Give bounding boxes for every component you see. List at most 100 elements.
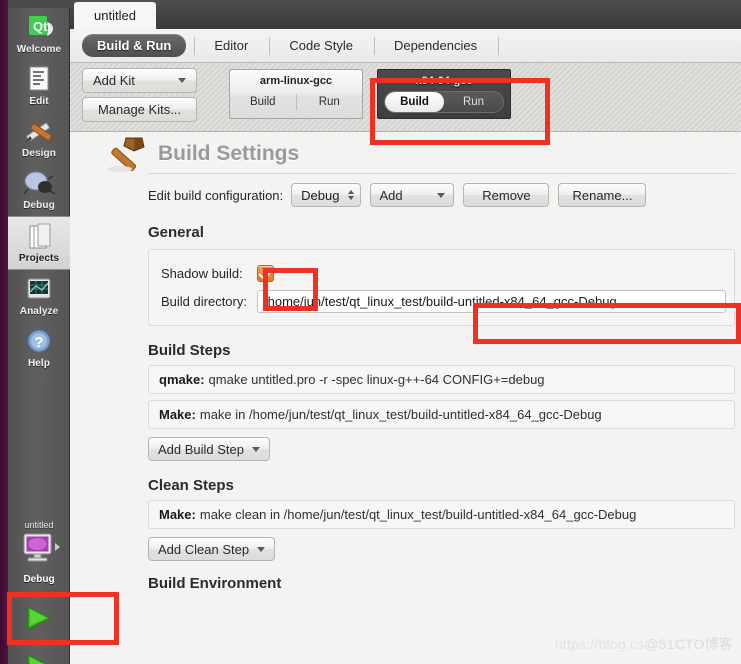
- sidebar-item-label: Analyze: [19, 306, 59, 317]
- document-tab-untitled[interactable]: untitled: [74, 2, 156, 29]
- watermark-url: https://blog.cs: [554, 636, 645, 652]
- desktop-monitor-icon: [23, 533, 60, 562]
- kit-subtab-build[interactable]: Build: [230, 91, 296, 113]
- chevron-down-icon: [257, 546, 266, 552]
- kit-tab-x84-64-gcc[interactable]: x84-64-gcc Build Run: [377, 69, 511, 119]
- add-build-step-button[interactable]: Add Build Step: [148, 437, 271, 461]
- manage-kits-button[interactable]: Manage Kits...: [82, 97, 197, 122]
- settings-category-bar: Build & Run Editor Code Style Dependenci…: [70, 29, 741, 63]
- bug-icon: [23, 171, 56, 195]
- pencil-ruler-icon: [26, 122, 52, 142]
- sidebar-item-label: Projects: [18, 253, 60, 264]
- edit-build-configuration-label: Edit build configuration:: [148, 187, 284, 203]
- mode-list: Qt Welcome Edit Design Debug Projects An…: [8, 8, 70, 374]
- general-panel: Shadow build: Build directory: /home/jun…: [148, 249, 735, 326]
- document-tab-bar: [70, 0, 741, 29]
- kit-subtab-run[interactable]: Run: [297, 91, 363, 113]
- chevron-right-icon: [55, 543, 60, 551]
- clean-step-make[interactable]: Make: make clean in /home/jun/test/qt_li…: [148, 500, 735, 529]
- category-divider: [498, 36, 500, 55]
- sidebar-item-label: Edit: [29, 96, 49, 107]
- svg-text:?: ?: [34, 334, 43, 351]
- build-step-kind: qmake:: [159, 372, 205, 387]
- document-edit-icon: [29, 66, 49, 91]
- category-divider: [373, 36, 375, 55]
- build-step-qmake[interactable]: qmake: qmake untitled.pro -r -spec linux…: [148, 365, 735, 394]
- green-play-icon: [27, 606, 52, 630]
- build-directory-row: Build directory: /home/jun/test/qt_linux…: [149, 287, 734, 315]
- build-configuration-select[interactable]: Debug: [291, 183, 362, 207]
- title-divider: [148, 173, 735, 174]
- green-play-debug-icon: [27, 654, 48, 664]
- run-button[interactable]: [8, 594, 70, 642]
- add-configuration-label: Add: [379, 187, 403, 203]
- add-clean-step-label: Add Clean Step: [158, 541, 250, 557]
- watermark-brand: @51CTO博客: [644, 636, 733, 652]
- sidebar-item-projects[interactable]: Projects: [8, 216, 70, 270]
- category-divider: [194, 36, 196, 55]
- target-build-config: Debug: [23, 574, 55, 585]
- shadow-build-checkbox[interactable]: [257, 264, 274, 282]
- kit-subtab-run[interactable]: Run: [444, 92, 503, 112]
- manage-kits-label: Manage Kits...: [97, 102, 182, 117]
- clean-step-kind: Make:: [159, 507, 196, 522]
- shadow-build-label: Shadow build:: [161, 265, 243, 281]
- page-title-row: Build Settings: [70, 132, 741, 176]
- tab-code-style[interactable]: Code Style: [276, 35, 366, 56]
- sidebar-item-label: Debug: [23, 200, 55, 211]
- hammer-icon: [108, 137, 145, 172]
- general-heading: General: [148, 224, 204, 241]
- add-kit-button[interactable]: Add Kit: [82, 68, 197, 93]
- kit-toolbar: Add Kit Manage Kits... arm-linux-gcc Bui…: [70, 63, 741, 132]
- build-step-detail: qmake untitled.pro -r -spec linux-g++-64…: [208, 372, 545, 387]
- add-kit-label: Add Kit: [93, 73, 135, 88]
- build-directory-label: Build directory:: [161, 293, 247, 309]
- window-left-edge: [0, 0, 8, 664]
- remove-configuration-button[interactable]: Remove: [463, 183, 550, 207]
- add-clean-step-button[interactable]: Add Clean Step: [148, 537, 276, 561]
- build-step-make[interactable]: Make: make in /home/jun/test/qt_linux_te…: [148, 400, 735, 429]
- help-question-icon: ?: [27, 329, 51, 353]
- sidebar-item-analyze[interactable]: Analyze: [8, 270, 70, 322]
- svg-text:Qt: Qt: [33, 19, 48, 34]
- sidebar-top-strip: [8, 0, 70, 8]
- sidebar-item-welcome[interactable]: Qt Welcome: [8, 8, 70, 60]
- chevron-down-icon: [437, 192, 446, 198]
- sidebar-item-help[interactable]: ? Help: [8, 322, 70, 374]
- sidebar-item-edit[interactable]: Edit: [8, 60, 70, 112]
- target-project-name: untitled: [24, 520, 54, 530]
- kit-subtabs: Build Run: [384, 91, 504, 113]
- chevron-down-icon: [252, 446, 261, 452]
- tab-editor[interactable]: Editor: [201, 35, 261, 56]
- edit-build-configuration-row: Edit build configuration: Debug Add Remo…: [70, 182, 741, 208]
- analyzer-monitor-icon: [27, 278, 51, 299]
- qt-creator-window: Qt Welcome Edit Design Debug Projects An…: [0, 0, 741, 664]
- kit-subtab-build[interactable]: Build: [385, 92, 444, 112]
- tab-build-and-run[interactable]: Build & Run: [82, 34, 187, 57]
- add-configuration-button[interactable]: Add: [370, 183, 455, 207]
- sidebar-item-label: Welcome: [16, 44, 62, 55]
- chevron-down-icon: [178, 78, 186, 83]
- build-configuration-value: Debug: [301, 187, 340, 203]
- clean-steps-heading: Clean Steps: [148, 477, 234, 494]
- tab-dependencies[interactable]: Dependencies: [381, 35, 490, 56]
- build-environment-heading: Build Environment: [148, 575, 282, 592]
- spinner-arrows-icon: [348, 190, 355, 200]
- kit-tab-arm-linux-gcc[interactable]: arm-linux-gcc Build Run: [229, 69, 363, 119]
- sidebar-item-design[interactable]: Design: [8, 112, 70, 164]
- clean-step-detail: make clean in /home/jun/test/qt_linux_te…: [199, 507, 637, 522]
- rename-configuration-button[interactable]: Rename...: [558, 183, 647, 207]
- sidebar-item-label: Help: [27, 358, 51, 369]
- build-directory-input[interactable]: /home/jun/test/qt_linux_test/build-untit…: [257, 289, 726, 313]
- kit-name: x84-64-gcc: [415, 75, 473, 87]
- debug-run-button[interactable]: [8, 642, 70, 664]
- target-selector[interactable]: untitled Debug: [8, 518, 70, 594]
- page-title: Build Settings: [158, 142, 300, 165]
- build-step-detail: make in /home/jun/test/qt_linux_test/bui…: [199, 407, 602, 422]
- build-step-kind: Make:: [159, 407, 196, 422]
- qt-logo-icon: Qt: [29, 16, 53, 36]
- sidebar-item-debug[interactable]: Debug: [8, 164, 70, 216]
- sidebar-item-label: Design: [22, 148, 56, 159]
- add-build-step-label: Add Build Step: [158, 441, 245, 457]
- category-divider: [269, 36, 271, 55]
